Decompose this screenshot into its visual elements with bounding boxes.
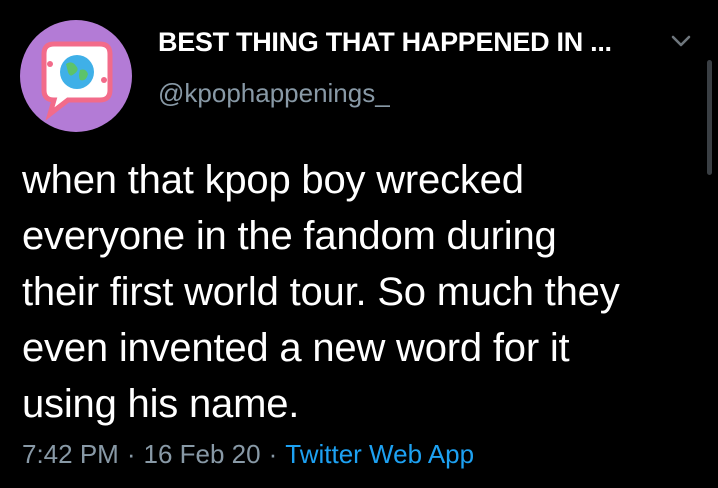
tweet-text-line: their first world tour. So much they [22,270,620,314]
tweet-time[interactable]: 7:42 PM [22,439,119,469]
scrollbar[interactable] [707,60,712,175]
tweet-card: BEST THING THAT HAPPENED IN ... @kpophap… [0,0,718,488]
tweet-meta: 7:42 PM · 16 Feb 20 · Twitter Web App [22,439,474,470]
tweet-text-line: using his name. [22,382,300,426]
globe-phone-icon [41,41,113,121]
tweet-text-line: when that kpop boy wrecked [22,158,524,202]
author-display-name[interactable]: BEST THING THAT HAPPENED IN ... [158,27,612,58]
meta-separator: · [126,439,136,469]
chevron-down-icon[interactable] [668,30,694,52]
tweet-text-line: everyone in the fandom during [22,214,557,258]
tweet-text-line: even invented a new word for it [22,326,570,370]
avatar[interactable] [20,20,132,132]
meta-separator: · [268,439,278,469]
author-handle[interactable]: @kpophappenings_ [158,78,390,109]
tweet-date[interactable]: 16 Feb 20 [144,439,261,469]
tweet-source-link[interactable]: Twitter Web App [285,439,474,469]
tweet-text: when that kpop boy wrecked everyone in t… [22,152,702,432]
